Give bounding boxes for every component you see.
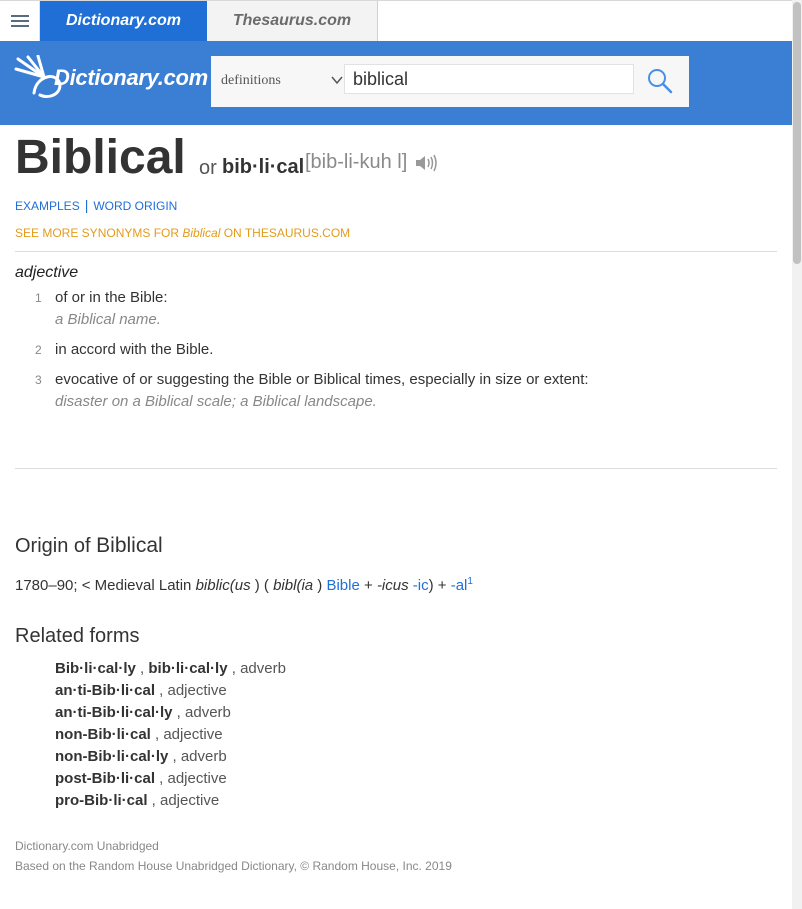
related-form-item: non-Bib·li·cal , adjective <box>55 726 223 743</box>
related-form-item: an·ti-Bib·li·cal , adjective <box>55 682 227 699</box>
variant-spelling: bib·li·cal <box>222 156 305 178</box>
related-form-word: non-Bib·li·cal <box>55 726 151 743</box>
definition-text: of or in the Bible: <box>55 289 168 306</box>
related-form-word: non-Bib·li·cal·ly <box>55 748 169 765</box>
related-form-word: an·ti-Bib·li·cal·ly <box>55 704 173 721</box>
related-forms-heading: Related forms <box>15 625 140 647</box>
origin-heading: Origin of Biblical <box>15 534 163 558</box>
synonyms-prefix: SEE MORE SYNONYMS FOR <box>15 226 183 240</box>
definition-number: 2 <box>35 343 42 357</box>
synonyms-suffix: ON THESAURUS.COM <box>220 226 351 240</box>
al-superscript: 1 <box>467 576 473 587</box>
related-form-word: post-Bib·li·cal <box>55 770 155 787</box>
origin-paren-close: ) <box>313 577 327 594</box>
definition-example: disaster on a Biblical scale; a Biblical… <box>55 393 377 410</box>
headword: Biblical <box>15 131 186 184</box>
related-form-item: non-Bib·li·cal·ly , adverb <box>55 748 227 765</box>
search-input[interactable]: biblical <box>344 64 634 94</box>
related-form-item: post-Bib·li·cal , adjective <box>55 770 227 787</box>
origin-latin: biblic(us <box>195 577 251 594</box>
origin-heading-word: Biblical <box>96 534 163 557</box>
origin-text: 1780–90; < Medieval Latin biblic(us ) ( … <box>15 576 473 594</box>
definition-example: a Biblical name. <box>55 311 161 328</box>
divider <box>15 468 777 469</box>
page: Dictionary.com Thesaurus.com Dictionary.… <box>0 0 792 909</box>
definition-text: in accord with the Bible. <box>55 341 214 358</box>
tab-thesaurus[interactable]: Thesaurus.com <box>207 1 378 41</box>
origin-paren-open: ) ( <box>250 577 274 594</box>
related-form-pos: , adjective <box>150 726 223 743</box>
origin-icus: -icus <box>376 577 409 594</box>
related-form-word-alt: bib·li·cal·ly <box>148 660 228 677</box>
related-form-word: an·ti-Bib·li·cal <box>55 682 155 699</box>
source-title: Dictionary.com Unabridged <box>15 839 159 853</box>
tab-dictionary[interactable]: Dictionary.com <box>40 1 207 41</box>
ic-link[interactable]: -ic <box>413 577 429 594</box>
definition-number: 1 <box>35 291 42 305</box>
origin-date: 1780–90; < Medieval Latin <box>15 577 196 594</box>
chevron-down-icon <box>331 76 343 85</box>
link-separator: | <box>84 197 89 213</box>
menu-icon[interactable] <box>0 1 40 41</box>
search-bar: definitions biblical <box>211 56 689 107</box>
thesaurus-synonyms-link[interactable]: SEE MORE SYNONYMS FOR Biblical ON THESAU… <box>15 226 350 240</box>
word-origin-link[interactable]: WORD ORIGIN <box>93 199 177 213</box>
synonyms-word: Biblical <box>182 226 221 240</box>
definition-text: evocative of or suggesting the Bible or … <box>55 371 589 388</box>
search-icon <box>648 69 673 94</box>
part-of-speech: adjective <box>15 264 79 281</box>
logo-text: Dictionary.com <box>54 65 208 90</box>
related-form-pos: , adverb <box>227 660 286 677</box>
bible-link[interactable]: Bible <box>326 577 359 594</box>
source-citation: Based on the Random House Unabridged Dic… <box>15 859 452 873</box>
search-type-select[interactable]: definitions <box>221 70 343 92</box>
al-link[interactable]: -al <box>451 577 468 594</box>
related-form-item: an·ti-Bib·li·cal·ly , adverb <box>55 704 231 721</box>
divider <box>15 251 777 252</box>
site-header: Dictionary.com definitions biblical <box>0 41 792 125</box>
entry-links: EXAMPLES | WORD ORIGIN <box>15 197 177 213</box>
scrollbar[interactable] <box>792 0 802 909</box>
related-form-item: Bib·li·cal·ly , bib·li·cal·ly , adverb <box>55 660 286 677</box>
origin-bibl: bibl(ia <box>273 577 314 594</box>
related-form-pos: , adjective <box>155 682 227 699</box>
related-form-pos: , adjective <box>155 770 227 787</box>
search-type-label: definitions <box>221 73 281 88</box>
pronunciation: [bib-li-kuh l] <box>305 151 408 173</box>
origin-plus-2: ) + <box>428 577 451 594</box>
related-form-word: pro-Bib·li·cal <box>55 792 148 809</box>
related-form-pos: , adverb <box>168 748 227 765</box>
origin-heading-prefix: Origin of <box>15 535 97 557</box>
site-logo[interactable]: Dictionary.com <box>14 55 208 101</box>
origin-plus: + <box>359 577 377 594</box>
related-form-separator: , <box>135 660 149 677</box>
definition-number: 3 <box>35 373 42 387</box>
top-tab-bar: Dictionary.com Thesaurus.com <box>0 0 792 41</box>
related-form-item: pro-Bib·li·cal , adjective <box>55 792 219 809</box>
search-button[interactable] <box>645 66 679 96</box>
related-form-pos: , adjective <box>147 792 220 809</box>
examples-link[interactable]: EXAMPLES <box>15 199 80 213</box>
audio-icon[interactable] <box>414 152 440 174</box>
related-form-word: Bib·li·cal·ly <box>55 660 136 677</box>
scrollbar-thumb[interactable] <box>793 2 801 264</box>
related-form-pos: , adverb <box>172 704 231 721</box>
or-label: or <box>199 157 217 179</box>
